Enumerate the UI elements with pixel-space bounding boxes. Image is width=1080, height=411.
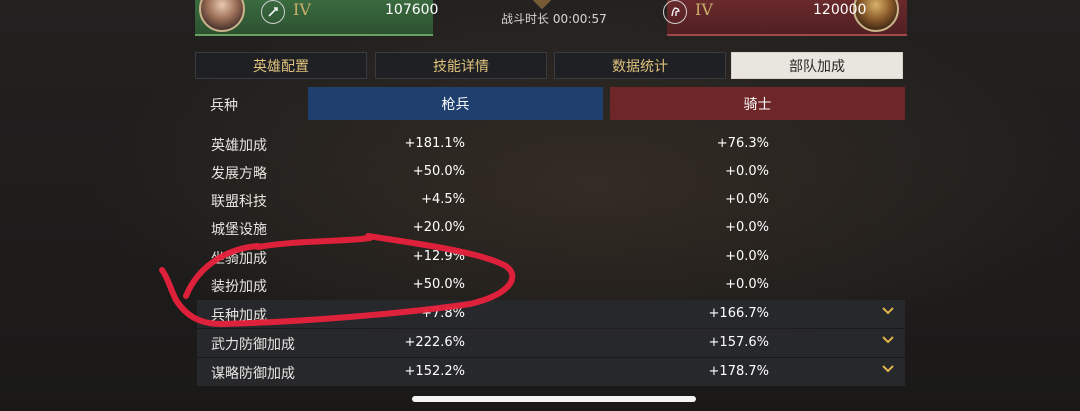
table-row: 联盟科技 +4.5% +0.0% bbox=[197, 186, 905, 214]
row-value-b: +0.0% bbox=[725, 277, 769, 292]
right-tier: IV bbox=[695, 0, 713, 19]
row-label: 联盟科技 bbox=[211, 194, 267, 210]
row-value-a: +181.1% bbox=[404, 136, 465, 151]
tab-hero-config[interactable]: 英雄配置 bbox=[195, 52, 367, 79]
chevron-down-icon[interactable] bbox=[881, 333, 895, 347]
row-label: 谋略防御加成 bbox=[211, 366, 295, 382]
table-row: 坐骑加成 +12.9% +0.0% bbox=[197, 243, 905, 271]
table-header: 兵种 枪兵 骑士 bbox=[197, 87, 905, 121]
row-label: 兵种加成 bbox=[211, 308, 267, 324]
row-label: 装扮加成 bbox=[211, 279, 267, 295]
left-hero-avatar[interactable] bbox=[199, 0, 245, 32]
tab-troop-bonus[interactable]: 部队加成 bbox=[731, 52, 903, 79]
row-label: 英雄加成 bbox=[211, 138, 267, 154]
col-header-knight: 骑士 bbox=[610, 87, 905, 120]
crest-icon bbox=[530, 0, 554, 10]
expandable-row-force-defense[interactable]: 武力防御加成 +222.6% +157.6% bbox=[197, 329, 905, 357]
row-value-a: +4.5% bbox=[421, 192, 465, 207]
row-value-b: +76.3% bbox=[716, 136, 769, 151]
row-value-a: +50.0% bbox=[412, 277, 465, 292]
row-value-a: +20.0% bbox=[412, 220, 465, 235]
row-value-b: +0.0% bbox=[725, 164, 769, 179]
row-label: 武力防御加成 bbox=[211, 337, 295, 353]
chevron-down-icon[interactable] bbox=[881, 362, 895, 376]
chevron-down-icon[interactable] bbox=[881, 304, 895, 318]
row-value-b: +157.6% bbox=[708, 335, 769, 350]
expandable-row-troop-bonus[interactable]: 兵种加成 +7.8% +166.7% bbox=[197, 300, 905, 328]
row-label: 坐骑加成 bbox=[211, 251, 267, 267]
col-header-spearman: 枪兵 bbox=[308, 87, 603, 120]
battle-header: IV 107600 战斗时长 00:00:57 IV 120000 bbox=[195, 0, 907, 36]
tab-skill-details[interactable]: 技能详情 bbox=[375, 52, 547, 79]
left-tier: IV bbox=[293, 0, 311, 19]
battle-time: 战斗时长 00:00:57 bbox=[501, 12, 607, 26]
table-row: 发展方略 +50.0% +0.0% bbox=[197, 158, 905, 186]
tab-data-stats[interactable]: 数据统计 bbox=[554, 52, 726, 79]
left-side-bar: IV 107600 bbox=[195, 0, 438, 36]
row-value-a: +152.2% bbox=[404, 364, 465, 379]
row-label: 城堡设施 bbox=[211, 222, 267, 238]
right-power: 120000 bbox=[813, 2, 867, 18]
expandable-row-strategy-defense[interactable]: 谋略防御加成 +152.2% +178.7% bbox=[197, 358, 905, 386]
row-value-b: +166.7% bbox=[708, 306, 769, 321]
row-value-b: +0.0% bbox=[725, 220, 769, 235]
table-row: 英雄加成 +181.1% +76.3% bbox=[197, 130, 905, 158]
troop-bonus-table: 兵种 枪兵 骑士 英雄加成 +181.1% +76.3% 发展方略 +50.0%… bbox=[197, 87, 905, 393]
table-row: 装扮加成 +50.0% +0.0% bbox=[197, 271, 905, 299]
row-value-b: +0.0% bbox=[725, 192, 769, 207]
row-value-a: +222.6% bbox=[404, 335, 465, 350]
troop-type-label: 兵种 bbox=[210, 98, 238, 114]
row-value-a: +7.8% bbox=[421, 306, 465, 321]
home-indicator[interactable] bbox=[412, 396, 696, 402]
left-power: 107600 bbox=[385, 2, 439, 18]
row-value-b: +0.0% bbox=[725, 249, 769, 264]
row-value-b: +178.7% bbox=[708, 364, 769, 379]
horse-icon bbox=[663, 0, 687, 24]
row-value-a: +12.9% bbox=[412, 249, 465, 264]
row-label: 发展方略 bbox=[211, 166, 267, 182]
sword-icon bbox=[261, 0, 285, 24]
table-row: 城堡设施 +20.0% +0.0% bbox=[197, 214, 905, 242]
tab-bar: 英雄配置 技能详情 数据统计 部队加成 bbox=[195, 52, 907, 80]
row-value-a: +50.0% bbox=[412, 164, 465, 179]
